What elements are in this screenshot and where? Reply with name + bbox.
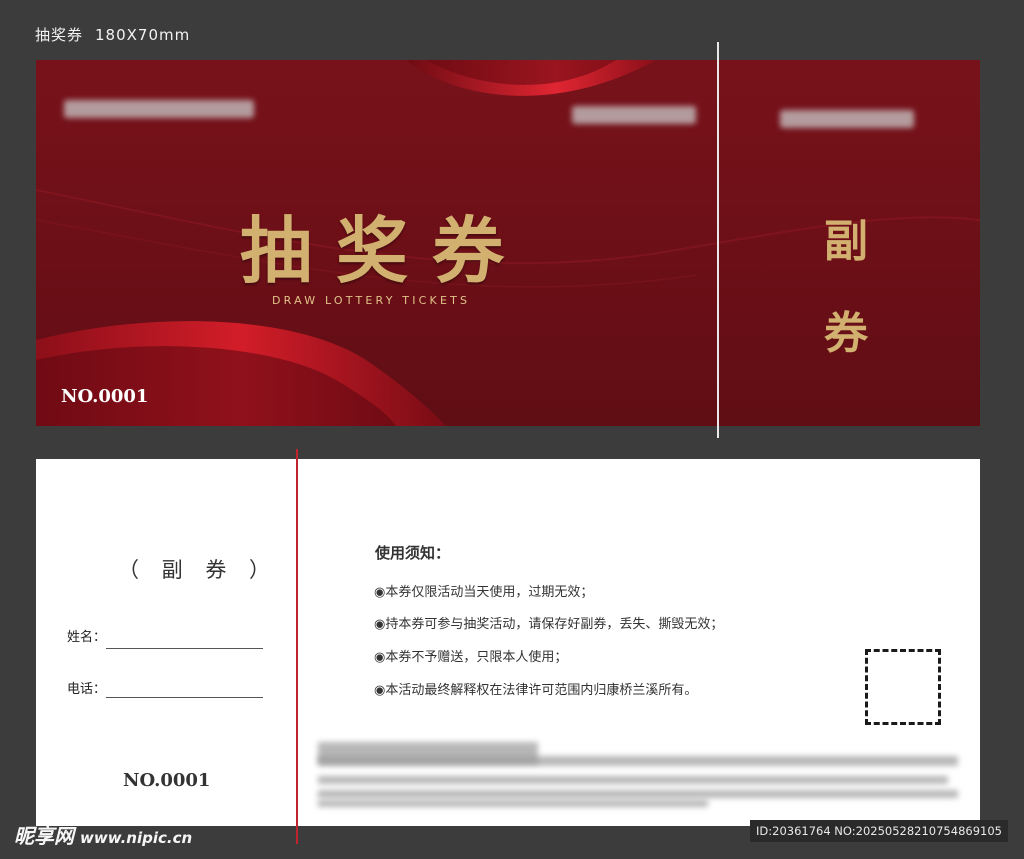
- stub-title: 副 券: [824, 196, 868, 380]
- blurred-text: [318, 776, 948, 784]
- name-label: 姓名：: [67, 630, 107, 645]
- spec-label: 抽奖券 180X70mm: [35, 24, 190, 45]
- blurred-text: [318, 790, 958, 798]
- ticket-title: 抽奖券: [239, 208, 528, 293]
- ticket-front: 抽奖券 DRAW LOTTERY TICKETS NO.0001 副 券: [36, 60, 980, 426]
- blurred-text: [318, 800, 708, 807]
- name-field[interactable]: [106, 648, 263, 649]
- phone-field[interactable]: [106, 697, 263, 698]
- perforation-line-front: [717, 42, 719, 438]
- ticket-subtitle: DRAW LOTTERY TICKETS: [272, 294, 471, 307]
- rule-item: ◉本活动最终解释权在法律许可范围内归康桥兰溪所有。: [374, 683, 698, 698]
- stub-heading: （ 副 券 ）: [118, 558, 279, 582]
- stub-number: NO.0001: [123, 770, 211, 791]
- logo-blurred-stub: [780, 110, 914, 128]
- watermark-id: ID:20361764 NO:20250528210754869105: [750, 820, 1008, 842]
- spec-name: 抽奖券: [35, 26, 84, 44]
- rule-item: ◉持本券可参与抽奖活动，请保存好副券，丢失、撕毁无效；: [374, 617, 724, 632]
- stub-char-1: 副: [824, 216, 868, 267]
- rule-item: ◉本券不予赠送，只限本人使用；: [374, 650, 568, 665]
- logo-blurred-center: [572, 106, 696, 124]
- watermark-url: www.nipic.cn: [80, 829, 193, 847]
- stub-char-2: 券: [824, 308, 868, 359]
- watermark-logo: 昵享网 www.nipic.cn: [14, 820, 192, 849]
- perforation-line-back: [296, 449, 298, 844]
- qr-code-placeholder: [865, 649, 941, 725]
- watermark-brand: 昵享网: [14, 824, 74, 848]
- phone-label: 电话：: [67, 682, 107, 697]
- rule-item: ◉本券仅限活动当天使用，过期无效；: [374, 585, 594, 600]
- blurred-text: [318, 756, 958, 766]
- spec-size: 180X70mm: [95, 26, 191, 44]
- logo-blurred-left: [64, 100, 254, 118]
- notice-title: 使用须知：: [375, 544, 451, 562]
- ticket-number: NO.0001: [61, 386, 149, 407]
